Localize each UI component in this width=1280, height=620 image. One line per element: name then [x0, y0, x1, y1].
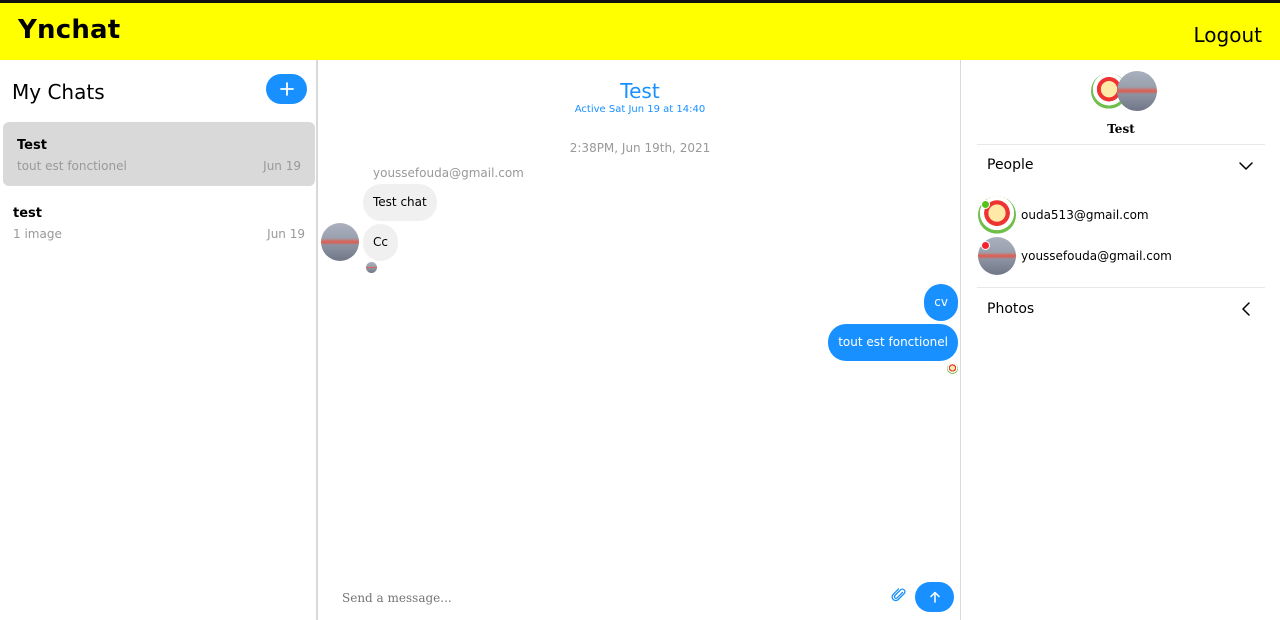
sender-avatar — [321, 223, 359, 261]
attach-button[interactable] — [891, 587, 911, 607]
divider — [977, 287, 1265, 288]
message-timestamp: 2:38PM, Jun 19th, 2021 — [569, 141, 711, 155]
read-receipt-avatar — [366, 262, 377, 273]
chat-details-panel: Test People ouda513@gmail.com youssefoud… — [960, 60, 1280, 620]
chat-card-test-lower[interactable]: test 1 image Jun 19 — [3, 192, 315, 256]
chat-card-date: Jun 19 — [267, 227, 305, 241]
chat-list-panel: My Chats Test tout est fonctionel Jun 19… — [0, 60, 318, 620]
read-receipt-avatar — [947, 363, 958, 374]
incoming-message: Cc — [363, 224, 398, 261]
group-title: Test — [1107, 122, 1135, 136]
chat-card-test[interactable]: Test tout est fonctionel Jun 19 — [3, 122, 315, 186]
chat-card-title: Test — [17, 138, 47, 153]
conversation-status: Active Sat Jun 19 at 14:40 — [574, 104, 706, 115]
sender-email: youssefouda@gmail.com — [373, 166, 524, 180]
app-brand: Ynchat — [18, 15, 121, 45]
incoming-message: Test chat — [363, 184, 437, 221]
chevron-left-icon[interactable] — [1238, 301, 1254, 317]
message-composer — [330, 580, 954, 614]
member-avatar — [1117, 71, 1157, 111]
chat-card-last-message: tout est fonctionel — [17, 159, 127, 173]
send-button[interactable] — [915, 582, 954, 612]
offline-status-dot — [981, 241, 990, 250]
chat-card-last-message: 1 image — [13, 227, 62, 241]
person-email: youssefouda@gmail.com — [1021, 249, 1172, 263]
chat-list-title: My Chats — [12, 80, 105, 104]
person-email: ouda513@gmail.com — [1021, 208, 1149, 222]
divider — [977, 144, 1265, 145]
outgoing-message: cv — [924, 284, 958, 321]
top-bar: Ynchat Logout — [0, 0, 1280, 60]
plus-icon — [279, 82, 294, 96]
person-row[interactable]: youssefouda@gmail.com — [978, 237, 1268, 277]
people-section-title[interactable]: People — [987, 157, 1034, 173]
person-row[interactable]: ouda513@gmail.com — [978, 196, 1268, 236]
chevron-down-icon[interactable] — [1238, 158, 1254, 174]
message-input[interactable] — [340, 588, 840, 608]
online-status-dot — [981, 200, 990, 209]
conversation-title: Test — [620, 79, 660, 103]
arrow-up-icon — [929, 591, 940, 603]
new-chat-button[interactable] — [266, 74, 307, 104]
conversation-panel: Test Active Sat Jun 19 at 14:40 2:38PM, … — [320, 60, 960, 620]
chat-card-date: Jun 19 — [263, 159, 301, 173]
chat-card-title: test — [13, 206, 42, 221]
group-avatars — [1091, 71, 1157, 111]
outgoing-message: tout est fonctionel — [828, 324, 958, 361]
logout-button[interactable]: Logout — [1194, 23, 1262, 47]
paperclip-icon — [891, 588, 906, 602]
photos-section-title[interactable]: Photos — [987, 301, 1034, 317]
